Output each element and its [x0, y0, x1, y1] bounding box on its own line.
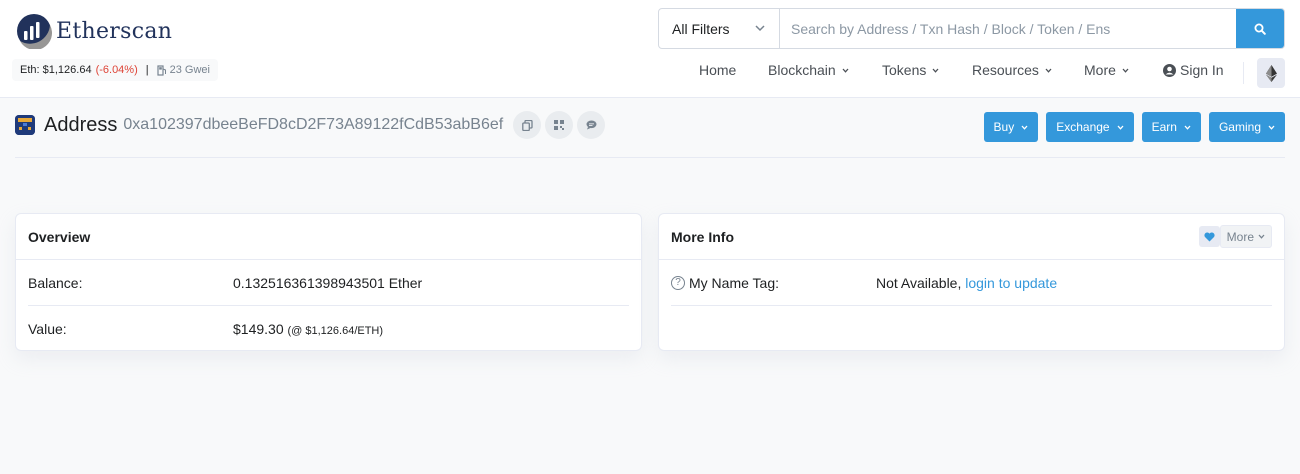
- chevron-down-icon: [1021, 125, 1028, 130]
- gaming-dropdown-button[interactable]: Gaming: [1208, 112, 1285, 142]
- action-buttons: Buy Exchange Earn Gaming: [976, 112, 1285, 142]
- search-input[interactable]: [780, 9, 1236, 48]
- buy-label: Buy: [993, 120, 1015, 134]
- more-info-card: More Info More ? My Name Tag: Not Availa…: [658, 213, 1285, 351]
- qr-code-icon: [554, 120, 565, 130]
- chevron-down-icon: [1117, 125, 1124, 130]
- value-row: Value: $149.30 (@ $1,126.64/ETH): [28, 306, 629, 352]
- earn-label: Earn: [1151, 120, 1177, 134]
- name-tag-value: Not Available,: [876, 274, 962, 291]
- nav-resources-label: Resources: [972, 62, 1039, 78]
- balance-label: Balance:: [28, 274, 83, 291]
- brand-name: Etherscan: [56, 18, 173, 44]
- address-avatar: [15, 115, 35, 135]
- earn-dropdown-button[interactable]: Earn: [1141, 112, 1201, 142]
- etherscan-logo[interactable]: Etherscan: [16, 13, 173, 50]
- nav-more-label: More: [1084, 62, 1116, 78]
- balance-value: 0.132516361398943501 Ether: [233, 274, 423, 291]
- nav-sign-in-label: Sign In: [1180, 62, 1224, 78]
- more-dropdown-label: More: [1226, 229, 1254, 244]
- comment-icon: [586, 120, 597, 130]
- nav-more[interactable]: More: [1084, 62, 1129, 78]
- comment-button[interactable]: [577, 111, 606, 139]
- chevron-down-icon: [755, 25, 765, 32]
- login-to-update-link[interactable]: login to update: [965, 275, 1057, 291]
- nav-sign-in[interactable]: Sign In: [1163, 62, 1224, 78]
- search-button[interactable]: [1236, 9, 1284, 48]
- exchange-label: Exchange: [1056, 120, 1110, 134]
- buy-dropdown-button[interactable]: Buy: [983, 112, 1039, 142]
- overview-card-header: Overview: [16, 214, 641, 260]
- chevron-down-icon: [932, 68, 939, 73]
- chevron-down-icon: [1258, 234, 1265, 239]
- question-circle-icon[interactable]: ?: [671, 275, 685, 290]
- site-header: Etherscan Eth: $1,126.64 (-6.04%) | 23 G…: [0, 0, 1300, 98]
- gaming-label: Gaming: [1218, 120, 1261, 134]
- search-filter-select[interactable]: All Filters: [659, 9, 780, 48]
- more-info-card-header: More Info More: [659, 214, 1284, 260]
- nav-resources[interactable]: Resources: [972, 62, 1052, 78]
- qr-code-button[interactable]: [545, 111, 574, 139]
- copy-icon: [521, 119, 533, 131]
- value-rate: (@ $1,126.64/ETH): [287, 325, 384, 337]
- ethereum-icon: [1265, 64, 1277, 82]
- nav-blockchain-label: Blockchain: [768, 62, 836, 78]
- search-bar: All Filters: [658, 8, 1285, 49]
- name-tag-label-group: ? My Name Tag:: [671, 275, 876, 291]
- name-tag-label: My Name Tag:: [689, 274, 779, 291]
- balance-row: Balance: 0.132516361398943501 Ether: [28, 260, 629, 306]
- page-title: Address: [44, 113, 118, 136]
- name-tag-value-group: Not Available, login to update: [876, 275, 1057, 291]
- address-header: Address 0xa102397dbeeBeFD8cD2F73A89122fC…: [15, 108, 609, 142]
- divider: [15, 157, 1285, 158]
- more-info-title: More Info: [671, 228, 734, 245]
- overview-card: Overview Balance: 0.132516361398943501 E…: [15, 213, 642, 351]
- chevron-down-icon: [842, 68, 849, 73]
- value-label: Value:: [28, 321, 67, 337]
- nav-home[interactable]: Home: [699, 62, 736, 78]
- value-amount-group: $149.30 (@ $1,126.64/ETH): [233, 321, 383, 337]
- network-switch-button[interactable]: [1257, 58, 1285, 88]
- search-icon: [1254, 23, 1266, 35]
- nav-tokens[interactable]: Tokens: [882, 62, 939, 78]
- heart-icon: [1204, 231, 1215, 241]
- nav-blockchain[interactable]: Blockchain: [768, 62, 849, 78]
- nav-tokens-label: Tokens: [882, 62, 927, 78]
- exchange-dropdown-button[interactable]: Exchange: [1046, 112, 1134, 142]
- chevron-down-icon: [1045, 68, 1052, 73]
- user-circle-icon: [1163, 63, 1176, 77]
- nav-divider: [1243, 62, 1244, 84]
- overview-title: Overview: [28, 228, 91, 245]
- favorite-button[interactable]: [1199, 226, 1220, 247]
- etherscan-logo-icon: [16, 13, 52, 50]
- address-hash[interactable]: 0xa102397dbeeBeFD8cD2F73A89122fCdB53abB6…: [123, 116, 503, 134]
- main-nav: Home Blockchain Tokens Resources More Si…: [0, 62, 1300, 84]
- more-dropdown-button[interactable]: More: [1219, 225, 1272, 248]
- chevron-down-icon: [1268, 125, 1275, 130]
- name-tag-row: ? My Name Tag: Not Available, login to u…: [671, 260, 1272, 306]
- value-amount: $149.30: [233, 321, 284, 337]
- copy-address-button[interactable]: [513, 111, 542, 139]
- chevron-down-icon: [1122, 68, 1129, 73]
- search-filter-value: All Filters: [672, 20, 730, 37]
- chevron-down-icon: [1184, 125, 1191, 130]
